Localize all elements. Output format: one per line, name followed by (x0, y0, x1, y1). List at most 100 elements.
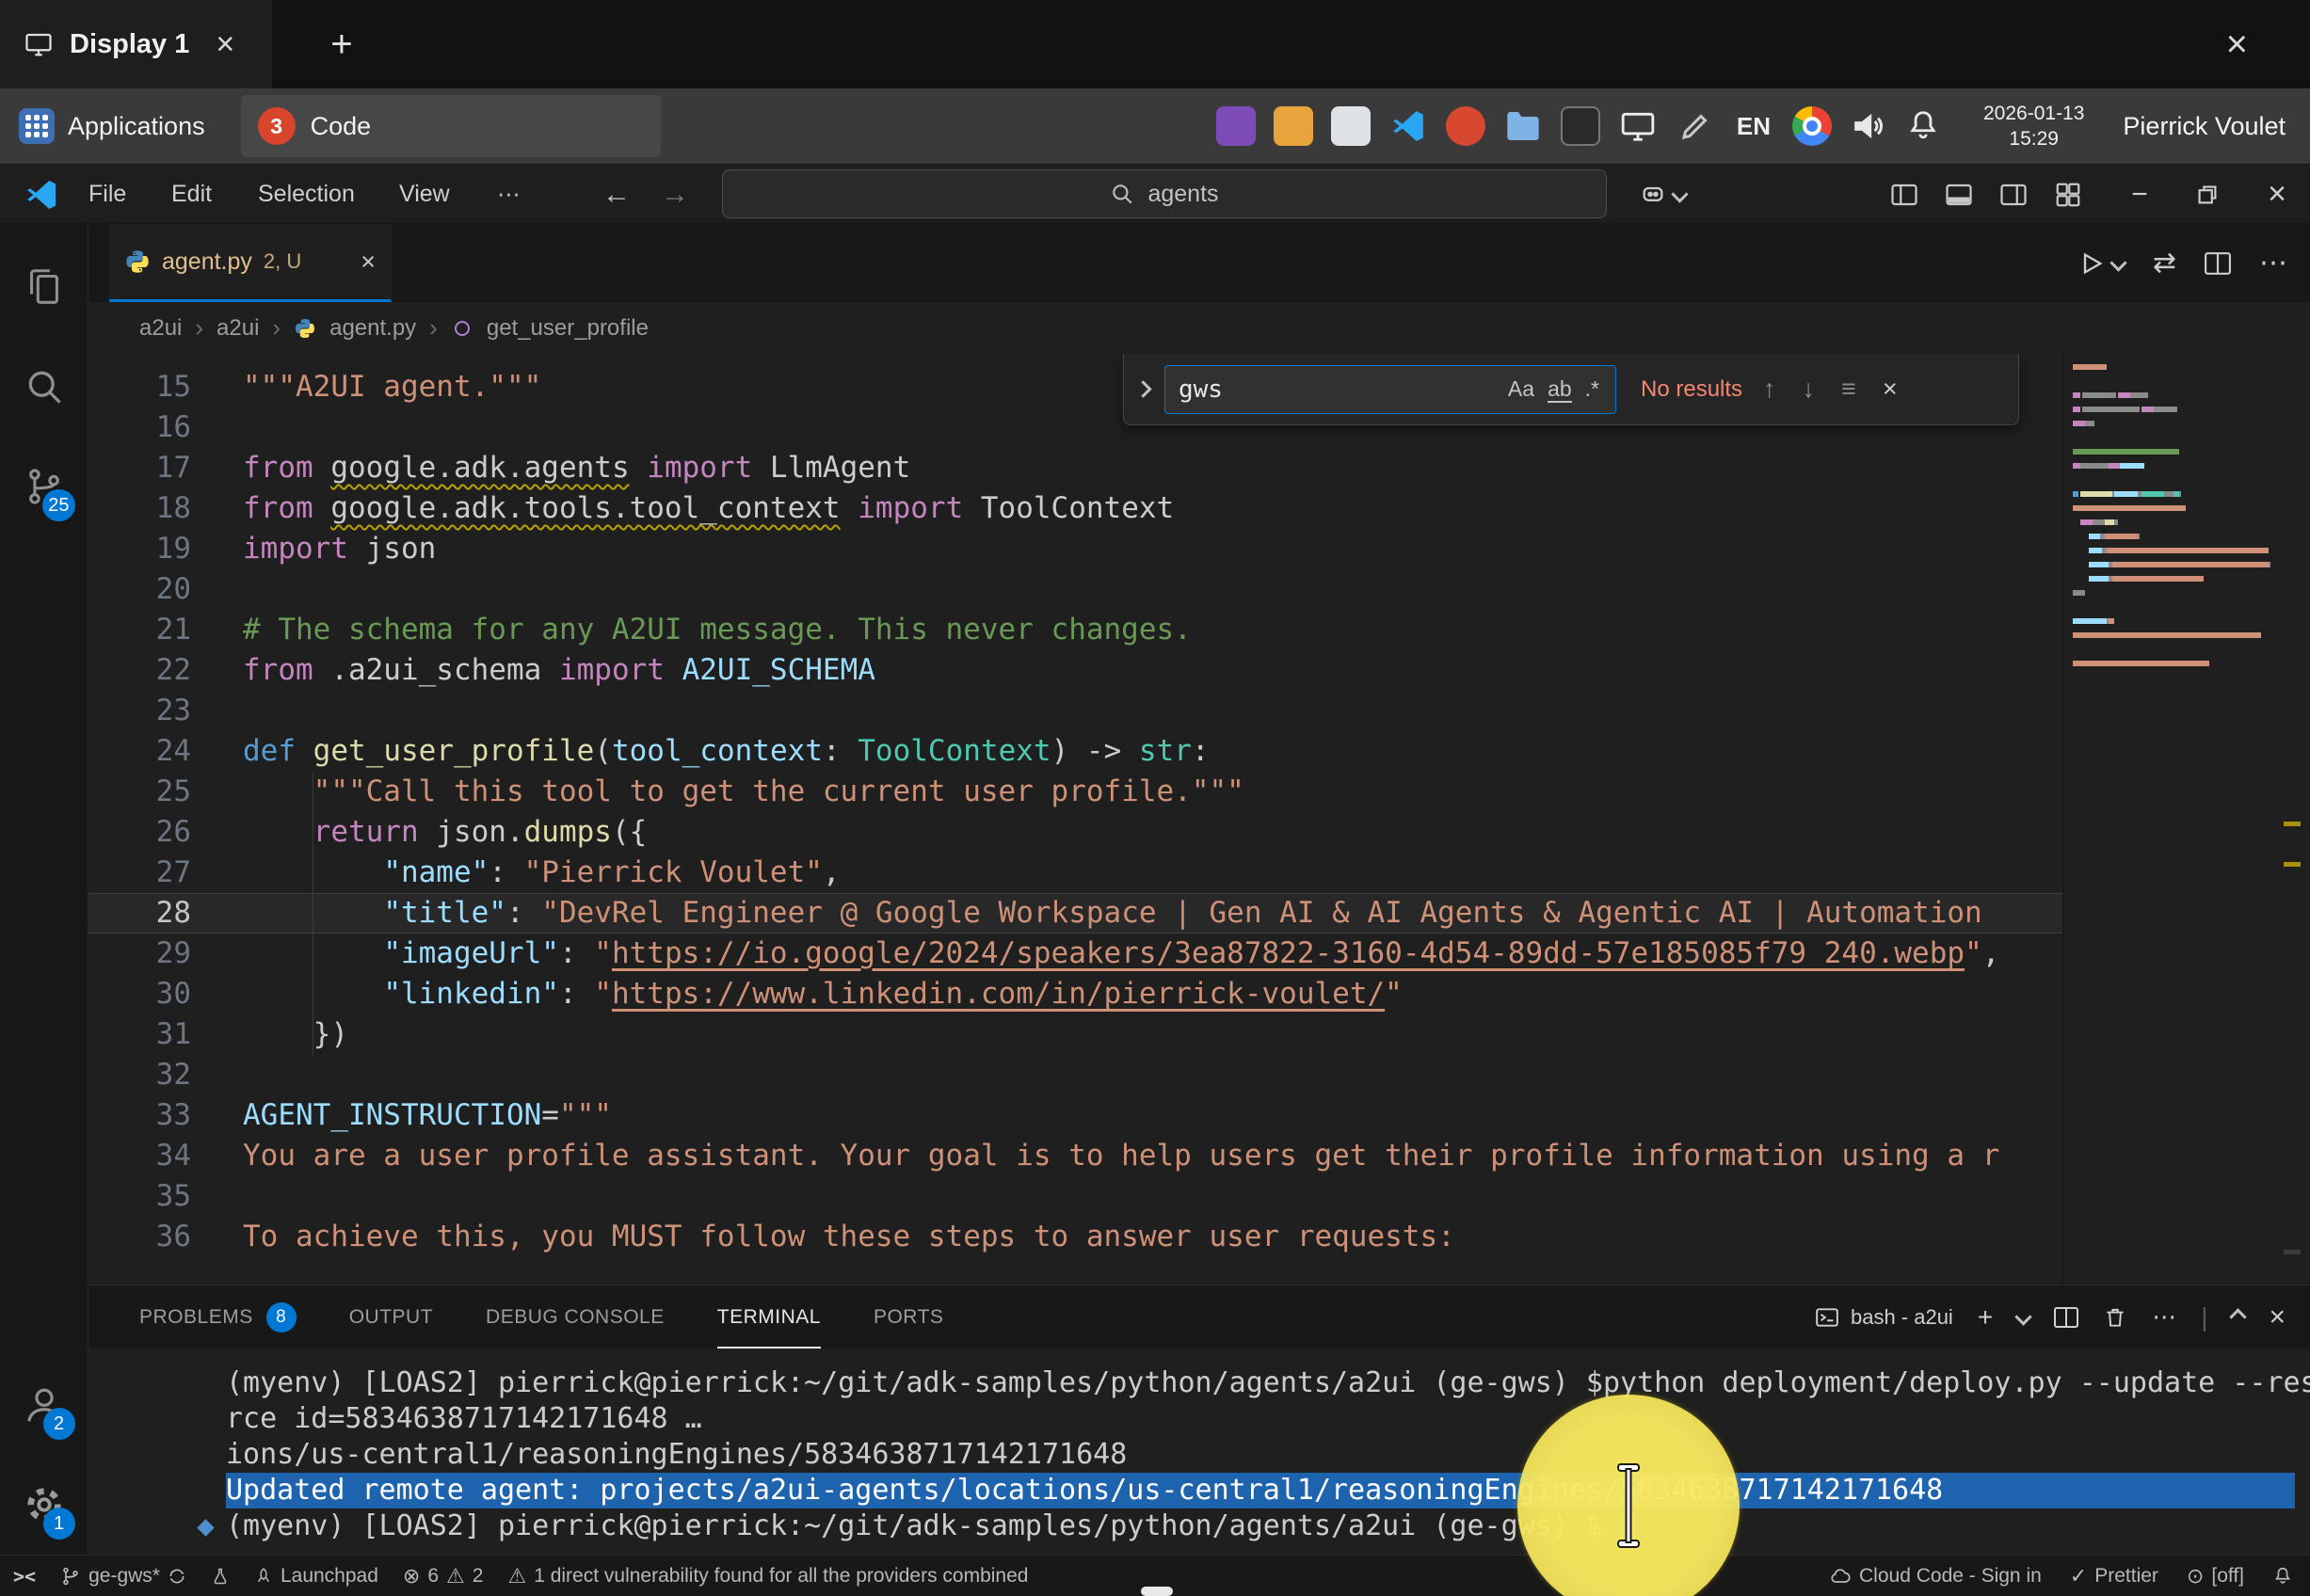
line-number[interactable]: 36 (88, 1217, 243, 1257)
minimap[interactable] (2062, 354, 2276, 1285)
menu-file[interactable]: File (73, 165, 141, 224)
tray-monitor-icon[interactable] (1618, 106, 1658, 146)
line-number[interactable]: 26 (88, 812, 243, 853)
new-terminal-button[interactable]: + (1978, 1302, 1993, 1333)
find-in-selection-button[interactable]: ≡ (1836, 375, 1862, 404)
screencast-status[interactable]: ⊙ [off] (2187, 1564, 2244, 1588)
panel-tab-ports[interactable]: PORTS (874, 1285, 943, 1349)
line-number[interactable]: 23 (88, 691, 243, 731)
copilot-button[interactable] (1640, 165, 1686, 224)
line-number[interactable]: 33 (88, 1095, 243, 1136)
chrome-icon[interactable] (1792, 106, 1832, 146)
toggle-secondary-sidebar-icon[interactable] (1999, 165, 2028, 224)
menu-selection[interactable]: Selection (243, 165, 370, 224)
activity-source-control[interactable]: 25 (0, 437, 88, 536)
panel-tab-problems[interactable]: PROBLEMS8 (139, 1285, 297, 1349)
breadcrumb-a2ui-2[interactable]: a2ui (217, 315, 259, 342)
more-actions-icon[interactable]: ⋯ (2259, 247, 2287, 279)
terminal-dropdown-icon[interactable] (2014, 1308, 2031, 1325)
toggle-panel-icon[interactable] (1945, 165, 1973, 224)
line-number[interactable]: 27 (88, 853, 243, 893)
find-input[interactable]: gws Aa ab .* (1164, 365, 1616, 414)
tray-icon-5[interactable] (1561, 106, 1600, 146)
display-tab-close-icon[interactable]: × (206, 24, 244, 64)
regex-button[interactable]: .* (1579, 375, 1606, 404)
volume-icon[interactable] (1850, 107, 1887, 145)
find-next-button[interactable]: ↓ (1797, 375, 1821, 404)
display-bar-close-icon[interactable]: × (2217, 22, 2257, 67)
panel-tab-debug-console[interactable]: DEBUG CONSOLE (486, 1285, 665, 1349)
command-decoration-icon[interactable] (197, 1519, 214, 1536)
open-changes-icon[interactable]: ⇄ (2153, 247, 2176, 279)
toggle-replace-icon[interactable] (1134, 380, 1151, 397)
tray-pencil-icon[interactable] (1676, 106, 1715, 146)
line-number[interactable]: 22 (88, 650, 243, 691)
applications-menu[interactable]: Applications (0, 88, 224, 164)
line-number[interactable]: 28 (88, 893, 243, 934)
git-branch-status[interactable]: ge-gws* (60, 1565, 186, 1588)
window-restore-button[interactable] (2174, 165, 2240, 224)
terminal[interactable]: (myenv) [LOAS2] pierrick@pierrick:~/git/… (88, 1349, 2310, 1555)
split-terminal-icon[interactable] (2054, 1306, 2078, 1329)
code-editor[interactable]: 15"""A2UI agent."""1617from google.adk.a… (88, 354, 2310, 1285)
activity-search[interactable] (0, 337, 88, 437)
forward-button[interactable]: → (661, 165, 689, 224)
line-number[interactable]: 20 (88, 569, 243, 610)
breadcrumb-symbol[interactable]: get_user_profile (487, 315, 649, 342)
window-minimize-button[interactable]: − (2107, 165, 2173, 224)
whole-word-button[interactable]: ab (1541, 375, 1579, 404)
command-center-search[interactable]: agents (722, 169, 1607, 218)
line-number[interactable]: 24 (88, 731, 243, 772)
vulnerability-status[interactable]: ⚠ 1 direct vulnerability found for all t… (507, 1564, 1028, 1588)
problems-status[interactable]: ⊗6 ⚠2 (403, 1564, 484, 1588)
tray-vscode-icon[interactable] (1388, 106, 1428, 146)
overview-ruler[interactable] (2276, 354, 2310, 1285)
activity-accounts[interactable]: 2 (0, 1355, 88, 1455)
run-python-button[interactable] (2078, 250, 2125, 277)
find-previous-button[interactable]: ↑ (1757, 375, 1782, 404)
kill-terminal-icon[interactable] (2103, 1305, 2127, 1330)
tray-icon-1[interactable] (1216, 106, 1256, 146)
window-close-button[interactable]: × (2244, 165, 2310, 224)
panel-tab-output[interactable]: OUTPUT (349, 1285, 433, 1349)
remote-indicator[interactable]: >< (13, 1565, 36, 1588)
line-number[interactable]: 15 (88, 367, 243, 407)
notifications-bell-icon[interactable] (1905, 108, 1941, 144)
line-number[interactable]: 18 (88, 488, 243, 529)
toggle-sidebar-icon[interactable] (1890, 165, 1918, 224)
prettier-status[interactable]: ✓ Prettier (2070, 1564, 2158, 1588)
line-number[interactable]: 34 (88, 1136, 243, 1176)
line-number[interactable]: 21 (88, 610, 243, 650)
window-button-code[interactable]: 3 Code (241, 95, 661, 157)
customize-layout-icon[interactable] (2054, 165, 2082, 224)
new-display-tab-button[interactable]: + (330, 24, 352, 66)
close-panel-icon[interactable]: × (2269, 1301, 2286, 1333)
line-number[interactable]: 32 (88, 1055, 243, 1095)
terminal-instance[interactable]: bash - a2ui (1815, 1305, 1953, 1330)
tray-icon-2[interactable] (1274, 106, 1313, 146)
display-tab[interactable]: Display 1 × (0, 0, 272, 88)
line-number[interactable]: 19 (88, 529, 243, 569)
line-number[interactable]: 30 (88, 974, 243, 1014)
menu-edit[interactable]: Edit (156, 165, 227, 224)
breadcrumb-file[interactable]: agent.py (329, 315, 416, 342)
menu-more[interactable]: ⋯ (482, 165, 536, 224)
line-number[interactable]: 16 (88, 407, 243, 448)
activity-explorer[interactable] (0, 237, 88, 337)
beaker-status[interactable] (211, 1567, 230, 1586)
cloud-code-status[interactable]: Cloud Code - Sign in (1829, 1565, 2042, 1588)
editor-tab-agent-py[interactable]: agent.py 2, U × (109, 224, 392, 302)
breadcrumb-a2ui-1[interactable]: a2ui (139, 315, 182, 342)
line-number[interactable]: 31 (88, 1014, 243, 1055)
tab-close-icon[interactable]: × (361, 247, 376, 277)
find-close-button[interactable]: × (1877, 375, 1903, 404)
line-number[interactable]: 17 (88, 448, 243, 488)
keyboard-layout-indicator[interactable]: EN (1737, 112, 1771, 141)
panel-tab-terminal[interactable]: TERMINAL (717, 1285, 821, 1349)
line-number[interactable]: 29 (88, 934, 243, 974)
launchpad-status[interactable]: Launchpad (254, 1565, 378, 1588)
activity-settings[interactable]: 1 (0, 1455, 88, 1555)
maximize-panel-icon[interactable] (2230, 1308, 2247, 1325)
line-number[interactable]: 35 (88, 1176, 243, 1217)
back-button[interactable]: ← (602, 165, 631, 224)
